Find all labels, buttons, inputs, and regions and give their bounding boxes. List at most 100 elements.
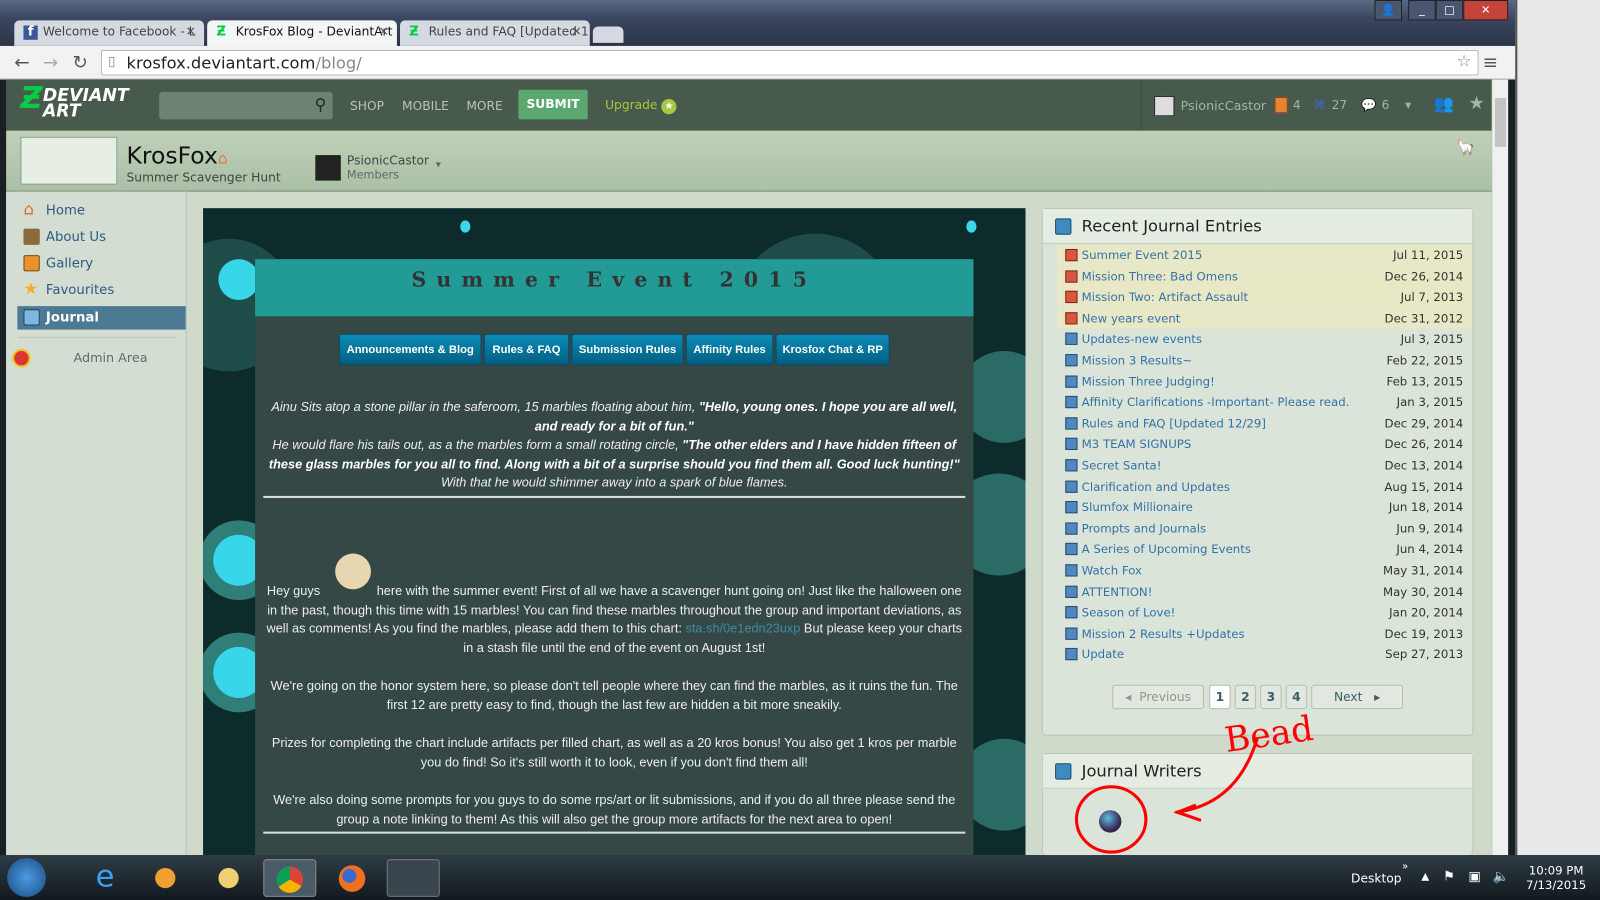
next-button[interactable]: Next ▸ [1311,684,1404,710]
journal-entry[interactable]: ATTENTION! May 30, 2014 [1057,581,1471,601]
journal-entry[interactable]: Slumfox Millionaire Jun 18, 2014 [1057,497,1471,517]
journal-entry-title[interactable]: Mission 2 Results +Updates [1082,626,1245,640]
nav-button-submission-rules[interactable]: Submission Rules [571,333,684,366]
friends-icon[interactable]: 👥 [1434,94,1454,113]
page-3-button[interactable]: 3 [1260,684,1282,710]
watch-binoculars-icon[interactable]: ⌘ [1313,98,1325,112]
journal-entry[interactable]: Rules and FAQ [Updated 12/29] Dec 29, 201… [1057,413,1471,433]
dropdown-icon[interactable]: ▾ [1405,98,1411,112]
nav-mobile[interactable]: MOBILE [402,99,449,113]
journal-entry[interactable]: M3 TEAM SIGNUPS Dec 26, 2014 [1057,434,1471,454]
nav-shop[interactable]: SHOP [350,99,384,113]
new-tab-button[interactable] [592,26,624,43]
internet-explorer-icon[interactable]: e [79,859,132,897]
search-input[interactable]: ⚲ [159,91,333,120]
nav-button-chat-rp[interactable]: Krosfox Chat & RP [775,333,890,366]
journal-entry[interactable]: New years event Dec 31, 2012 [1057,307,1472,329]
firefox-icon[interactable] [326,859,379,897]
url-input[interactable]: ▯ krosfox.deviantart.com/blog/ ☆ [101,49,1479,76]
upgrade-link[interactable]: Upgrade ★ [605,98,677,115]
admin-area-link[interactable]: Admin Area [73,350,147,365]
maximize-button[interactable]: □ [1435,0,1464,21]
chrome-taskbar-button[interactable] [263,859,317,897]
journal-entry-title[interactable]: Watch Fox [1082,563,1142,577]
member-name[interactable]: PsionicCastor [347,153,429,167]
user-icon[interactable]: 👤 [1374,0,1403,21]
journal-entry-title[interactable]: ATTENTION! [1082,584,1153,598]
journal-entry-title[interactable]: New years event [1082,311,1181,325]
media-player-icon[interactable] [138,859,192,897]
tab-rules-faq[interactable]: Ƶ Rules and FAQ [Updated 1 ✕ [399,20,590,46]
forward-icon[interactable]: → [43,52,58,73]
journal-entry[interactable]: Affinity Clarifications -Important- Plea… [1057,392,1471,412]
file-explorer-icon[interactable] [202,859,256,897]
action-center-flag-icon[interactable]: ⚑ [1443,869,1455,884]
bookmark-star-icon[interactable]: ☆ [1457,51,1472,70]
journal-entry[interactable]: Watch Fox May 31, 2014 [1057,560,1471,580]
journal-entry[interactable]: Clarification and Updates Aug 15, 2014 [1057,476,1471,496]
reload-icon[interactable]: ↻ [72,52,87,73]
journal-entry-title[interactable]: Slumfox Millionaire [1082,500,1193,514]
sidebar-item-gallery[interactable]: Gallery [17,252,185,275]
tab-facebook[interactable]: f Welcome to Facebook - L ✕ [14,20,205,46]
journal-entry-title[interactable]: Prompts and Journals [1082,521,1206,535]
deviantart-logo[interactable]: Ƶ DEVIANT ART [20,83,128,120]
journal-entry[interactable]: Mission Two: Artifact Assault Jul 7, 2013 [1057,286,1472,308]
username[interactable]: PsionicCastor [1181,98,1267,113]
close-tab-icon[interactable]: ✕ [186,24,196,38]
page-2-button[interactable]: 2 [1234,684,1257,710]
journal-entry[interactable]: Mission Three: Bad Omens Dec 26, 2014 [1057,265,1472,287]
journal-entry-title[interactable]: M3 TEAM SIGNUPS [1082,437,1192,451]
journal-entry-title[interactable]: Mission Two: Artifact Assault [1082,290,1248,304]
journal-entry-title[interactable]: Mission Three Judging! [1082,374,1215,388]
avatar[interactable] [1154,95,1175,117]
previous-button[interactable]: ◂ Previous [1112,684,1205,710]
journal-entry-title[interactable]: Clarification and Updates [1082,479,1230,493]
journal-entry-title[interactable]: Mission Three: Bad Omens [1082,269,1238,283]
nav-button-announcements[interactable]: Announcements & Blog [338,333,482,366]
chart-link[interactable]: sta.sh/0e1edn23uxp [686,621,801,635]
nav-more[interactable]: MORE [466,99,502,113]
nav-button-affinity-rules[interactable]: Affinity Rules [685,333,774,366]
page-scrollbar[interactable] [1491,79,1509,856]
journal-entry-title[interactable]: Secret Santa! [1082,458,1162,472]
journal-entry[interactable]: Prompts and Journals Jun 9, 2014 [1057,518,1471,538]
sidebar-item-favourites[interactable]: ★ Favourites [17,279,185,302]
journal-entry[interactable]: Mission 2 Results +Updates Dec 19, 2013 [1057,623,1471,643]
sidebar-item-about-us[interactable]: About Us [17,226,185,249]
journal-entry-title[interactable]: A Series of Upcoming Events [1082,542,1251,556]
close-tab-icon[interactable]: ✕ [571,24,581,38]
show-hidden-icons[interactable]: ▲ [1421,871,1429,882]
journal-entry-title[interactable]: Season of Love! [1082,605,1176,619]
journal-entry-title[interactable]: Mission 3 Results~ [1082,353,1193,367]
network-icon[interactable]: ▣ [1468,869,1481,884]
journal-entry-title[interactable]: Updates-new events [1082,332,1202,346]
journal-entry[interactable]: Mission Three Judging! Feb 13, 2015 [1057,371,1471,391]
close-window-button[interactable]: ✕ [1463,0,1509,21]
journal-entry[interactable]: Updates-new events Jul 3, 2015 [1057,329,1471,349]
deviations-icon[interactable] [1274,96,1288,114]
nav-button-rules-faq[interactable]: Rules & FAQ [483,333,570,366]
submit-button[interactable]: SUBMIT [518,89,588,120]
favourites-star-icon[interactable]: ★ [1468,93,1484,114]
group-name[interactable]: KrosFox⌂ [127,143,228,170]
clock[interactable]: 10:09 PM 7/13/2015 [1520,863,1591,892]
volume-icon[interactable]: 🔈 [1493,869,1510,884]
page-1-button[interactable]: 1 [1209,684,1231,710]
tab-krosfox-blog[interactable]: Ƶ KrosFox Blog - DeviantArt ✕ [207,20,397,47]
search-icon[interactable]: ⚲ [315,95,327,114]
menu-icon[interactable]: ≡ [1483,52,1498,73]
sidebar-item-journal[interactable]: Journal [17,306,186,330]
journal-entry[interactable]: Season of Love! Jan 20, 2014 [1057,602,1471,622]
comments-icon[interactable]: 💬 [1361,98,1376,112]
journal-entry[interactable]: Summer Event 2015 Jul 11, 2015 [1057,244,1472,266]
app-taskbar-button[interactable] [386,859,440,897]
journal-entry-title[interactable]: Summer Event 2015 [1082,248,1203,262]
journal-entry[interactable]: Update Sep 27, 2013 [1057,644,1471,664]
minimize-button[interactable]: _ [1408,0,1436,21]
member-dropdown-icon[interactable]: ▾ [436,159,441,170]
page-4-button[interactable]: 4 [1285,684,1308,710]
member-avatar[interactable] [315,155,341,181]
toolbar-expand-icon[interactable]: » [1402,861,1408,872]
journal-entry-title[interactable]: Update [1082,647,1125,661]
